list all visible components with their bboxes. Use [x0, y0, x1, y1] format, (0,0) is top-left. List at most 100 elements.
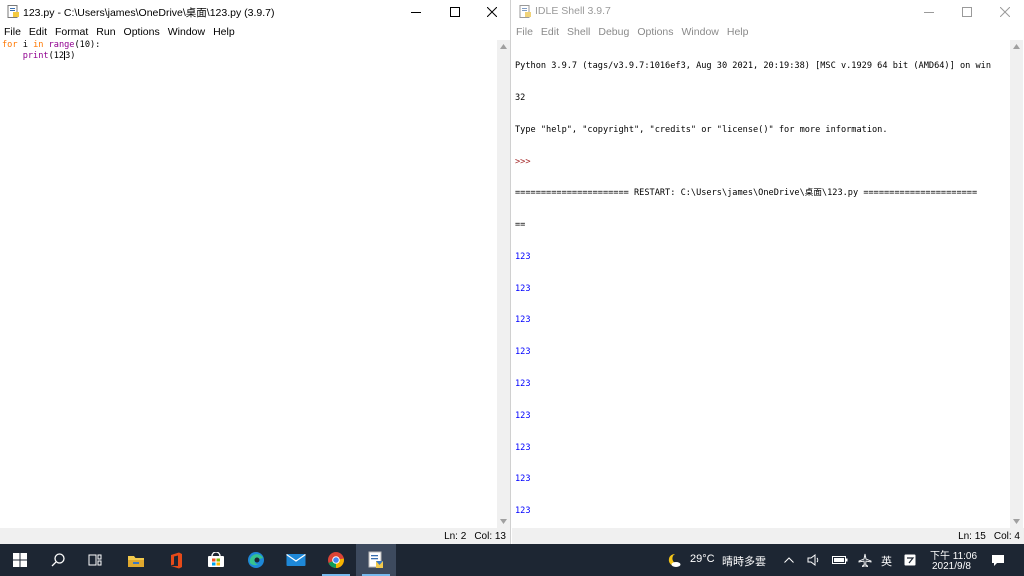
banner-line: Type "help", "copyright", "credits" or "… [515, 124, 888, 135]
output-line: 123 [515, 474, 531, 485]
close-icon [1000, 7, 1010, 17]
idle-shell-icon [519, 5, 531, 18]
editor-close-button[interactable] [473, 0, 511, 24]
shell-prompt: >>> [515, 156, 536, 167]
editor-code-area[interactable]: for i in range(10): print(123) [2, 40, 100, 61]
idle-file-icon [7, 5, 19, 18]
weather-temperature[interactable]: 29°C [690, 553, 715, 565]
shell-scrollbar[interactable] [1010, 40, 1023, 528]
menu-help[interactable]: Help [727, 26, 749, 38]
mail-button[interactable] [276, 544, 316, 576]
keyword-token: for [2, 40, 18, 50]
network-button[interactable] [855, 544, 875, 576]
editor-statusbar: Ln: 2 Col: 13 [0, 528, 510, 544]
menu-format[interactable]: Format [55, 26, 88, 38]
menu-file[interactable]: File [516, 26, 533, 38]
output-line: 123 [515, 251, 531, 262]
idle-taskbar-button[interactable] [356, 544, 396, 576]
shell-close-button[interactable] [986, 0, 1024, 24]
chrome-icon [328, 552, 344, 569]
office-icon [171, 552, 182, 568]
editor-column-number: Col: 13 [474, 530, 506, 542]
ime-mode-icon [904, 554, 916, 566]
task-view-icon [88, 554, 102, 566]
office-button[interactable] [156, 544, 196, 576]
code-line: for i in range(10): [2, 40, 101, 50]
clock-date[interactable]: 2021/9/8 [932, 561, 971, 572]
task-view-button[interactable] [76, 544, 116, 576]
idle-icon [368, 551, 383, 568]
shell-output-area[interactable]: Python 3.9.7 (tags/v3.9.7:1016ef3, Aug 3… [515, 40, 1007, 576]
microsoft-store-icon [208, 552, 224, 567]
shell-statusbar: Ln: 15 Col: 4 [512, 528, 1024, 544]
chevron-up-icon [784, 557, 794, 563]
keyword-token: in [33, 40, 44, 50]
output-line: 123 [515, 410, 531, 421]
ime-indicator[interactable]: 英 [881, 553, 892, 569]
weather-moon-cloud-icon [668, 553, 681, 567]
start-button[interactable] [0, 544, 40, 576]
menu-shell[interactable]: Shell [567, 26, 590, 38]
output-line: 123 [515, 379, 531, 389]
editor-line-number: Ln: 2 [444, 530, 467, 542]
scroll-down-arrow-icon[interactable] [497, 515, 510, 528]
shell-maximize-button[interactable] [948, 0, 986, 24]
chrome-button[interactable] [316, 544, 356, 576]
menu-window[interactable]: Window [168, 26, 205, 38]
editor-titlebar[interactable]: 123.py - C:\Users\james\OneDrive\桌面\123.… [0, 0, 510, 24]
scroll-up-arrow-icon[interactable] [1010, 40, 1023, 53]
weather-widget[interactable] [662, 544, 686, 576]
search-icon [51, 553, 65, 567]
volume-button[interactable] [804, 544, 824, 576]
banner-line: 32 [515, 92, 526, 103]
edge-icon [248, 552, 264, 568]
editor-minimize-button[interactable] [397, 0, 435, 24]
editor-scrollbar[interactable] [497, 40, 510, 528]
shell-minimize-button[interactable] [910, 0, 948, 24]
editor-maximize-button[interactable] [436, 0, 474, 24]
menu-edit[interactable]: Edit [541, 26, 559, 38]
file-explorer-button[interactable] [116, 544, 156, 576]
output-line: 123 [515, 347, 531, 358]
shell-column-number: Col: 4 [993, 530, 1020, 542]
minimize-icon [411, 12, 421, 13]
battery-button[interactable] [830, 544, 850, 576]
restart-line: ====================== RESTART: C:\Users… [515, 188, 978, 199]
close-icon [487, 7, 497, 17]
editor-title: 123.py - C:\Users\james\OneDrive\桌面\123.… [23, 7, 275, 19]
airplane-icon [858, 553, 872, 567]
menu-run[interactable]: Run [96, 26, 115, 38]
mail-icon [286, 554, 306, 566]
scroll-down-arrow-icon[interactable] [1010, 515, 1023, 528]
ime-mode-button[interactable] [900, 544, 920, 576]
search-button[interactable] [38, 544, 78, 576]
banner-line: Python 3.9.7 (tags/v3.9.7:1016ef3, Aug 3… [515, 61, 991, 72]
menu-options[interactable]: Options [637, 26, 673, 38]
output-line: 123 [515, 442, 531, 453]
file-explorer-icon [128, 555, 144, 567]
microsoft-store-button[interactable] [196, 544, 236, 576]
show-hidden-icons-button[interactable] [780, 544, 798, 576]
edge-button[interactable] [236, 544, 276, 576]
clock-time[interactable]: 下午 11:06 [930, 547, 977, 562]
weather-description[interactable]: 晴時多雲 [722, 553, 766, 569]
editor-menubar: File Edit Format Run Options Window Help [0, 24, 510, 39]
shell-window: IDLE Shell 3.9.7 File Edit Shell Debug O… [512, 0, 1024, 576]
menu-edit[interactable]: Edit [29, 26, 47, 38]
shell-titlebar[interactable]: IDLE Shell 3.9.7 [512, 0, 1024, 24]
minimize-icon [924, 12, 934, 13]
scroll-up-arrow-icon[interactable] [497, 40, 510, 53]
menu-file[interactable]: File [4, 26, 21, 38]
menu-debug[interactable]: Debug [598, 26, 629, 38]
notification-icon [992, 554, 1004, 566]
output-line: 123 [515, 315, 531, 326]
battery-icon [832, 556, 848, 564]
menu-options[interactable]: Options [124, 26, 160, 38]
notification-center-button[interactable] [984, 544, 1012, 576]
windows-start-icon [13, 553, 27, 567]
menu-help[interactable]: Help [213, 26, 235, 38]
menu-window[interactable]: Window [682, 26, 719, 38]
shell-title: IDLE Shell 3.9.7 [535, 5, 611, 17]
builtin-token: print [22, 50, 49, 61]
editor-window: 123.py - C:\Users\james\OneDrive\桌面\123.… [0, 0, 511, 544]
